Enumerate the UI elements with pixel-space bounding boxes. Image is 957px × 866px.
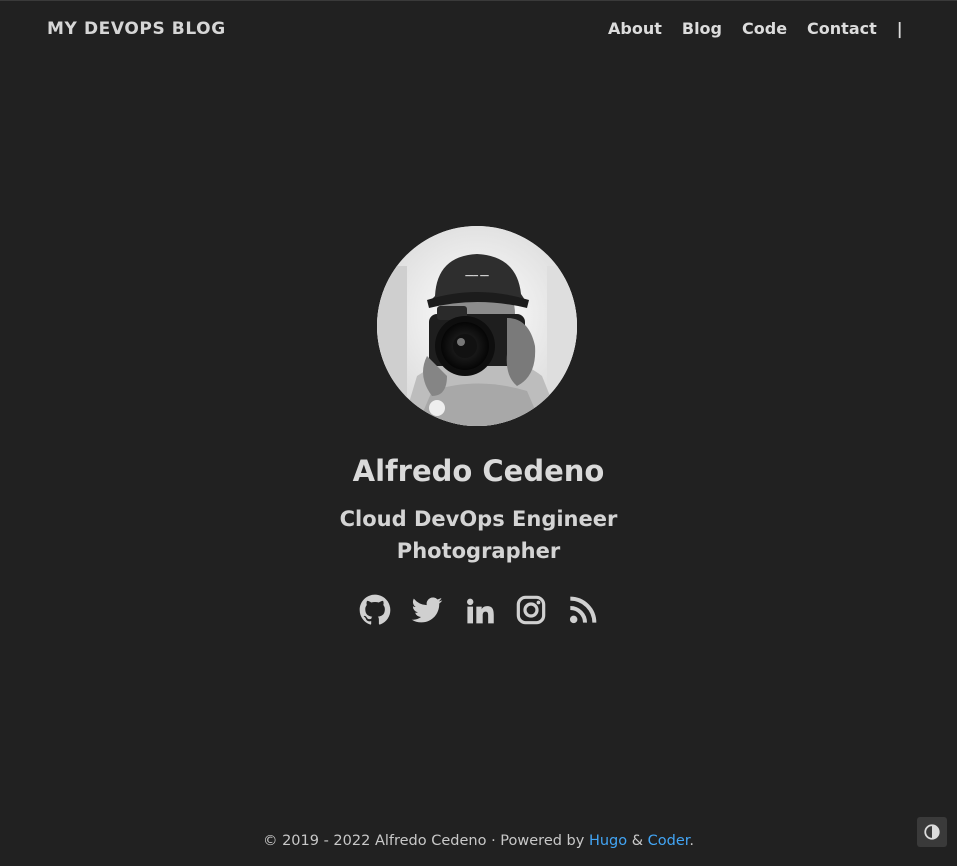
github-link[interactable] <box>359 594 391 626</box>
site-title-link[interactable]: MY DEVOPS BLOG <box>47 19 226 39</box>
contrast-icon <box>924 824 940 840</box>
footer: © 2019 - 2022 Alfredo Cedeno · Powered b… <box>0 833 957 849</box>
footer-amp: & <box>627 833 648 849</box>
nav-contact-link[interactable]: Contact <box>807 19 877 38</box>
linkedin-icon <box>466 598 494 624</box>
footer-copyright: © 2019 - 2022 Alfredo Cedeno · Powered b… <box>262 833 589 849</box>
nav-about-link[interactable]: About <box>608 19 662 38</box>
nav-blog-link[interactable]: Blog <box>682 19 722 38</box>
rss-icon <box>569 596 596 624</box>
profile-subtitle: Cloud DevOps Engineer Photographer <box>0 503 957 567</box>
twitter-icon <box>411 597 442 623</box>
svg-text:━━━ ━━: ━━━ ━━ <box>464 272 489 280</box>
hugo-link[interactable]: Hugo <box>589 833 627 849</box>
subtitle-line-hobby: Photographer <box>396 539 561 563</box>
twitter-link[interactable] <box>411 594 443 626</box>
linkedin-link[interactable] <box>463 594 495 626</box>
avatar-photo: ━━━ ━━ <box>377 226 577 426</box>
rss-link[interactable] <box>567 594 599 626</box>
subtitle-line-role: Cloud DevOps Engineer <box>339 507 618 531</box>
instagram-icon <box>516 595 545 625</box>
instagram-link[interactable] <box>515 594 547 626</box>
social-links <box>0 594 957 626</box>
avatar: ━━━ ━━ <box>377 226 577 426</box>
nav-separator: | <box>896 19 903 38</box>
main-nav: About Blog Code Contact | <box>608 19 903 38</box>
footer-period: . <box>689 833 695 849</box>
nav-code-link[interactable]: Code <box>742 19 787 38</box>
github-icon <box>359 594 390 625</box>
profile-name: Alfredo Cedeno <box>352 454 605 488</box>
coder-link[interactable]: Coder <box>648 833 690 849</box>
theme-toggle-button[interactable] <box>917 817 947 847</box>
top-border <box>0 0 957 1</box>
